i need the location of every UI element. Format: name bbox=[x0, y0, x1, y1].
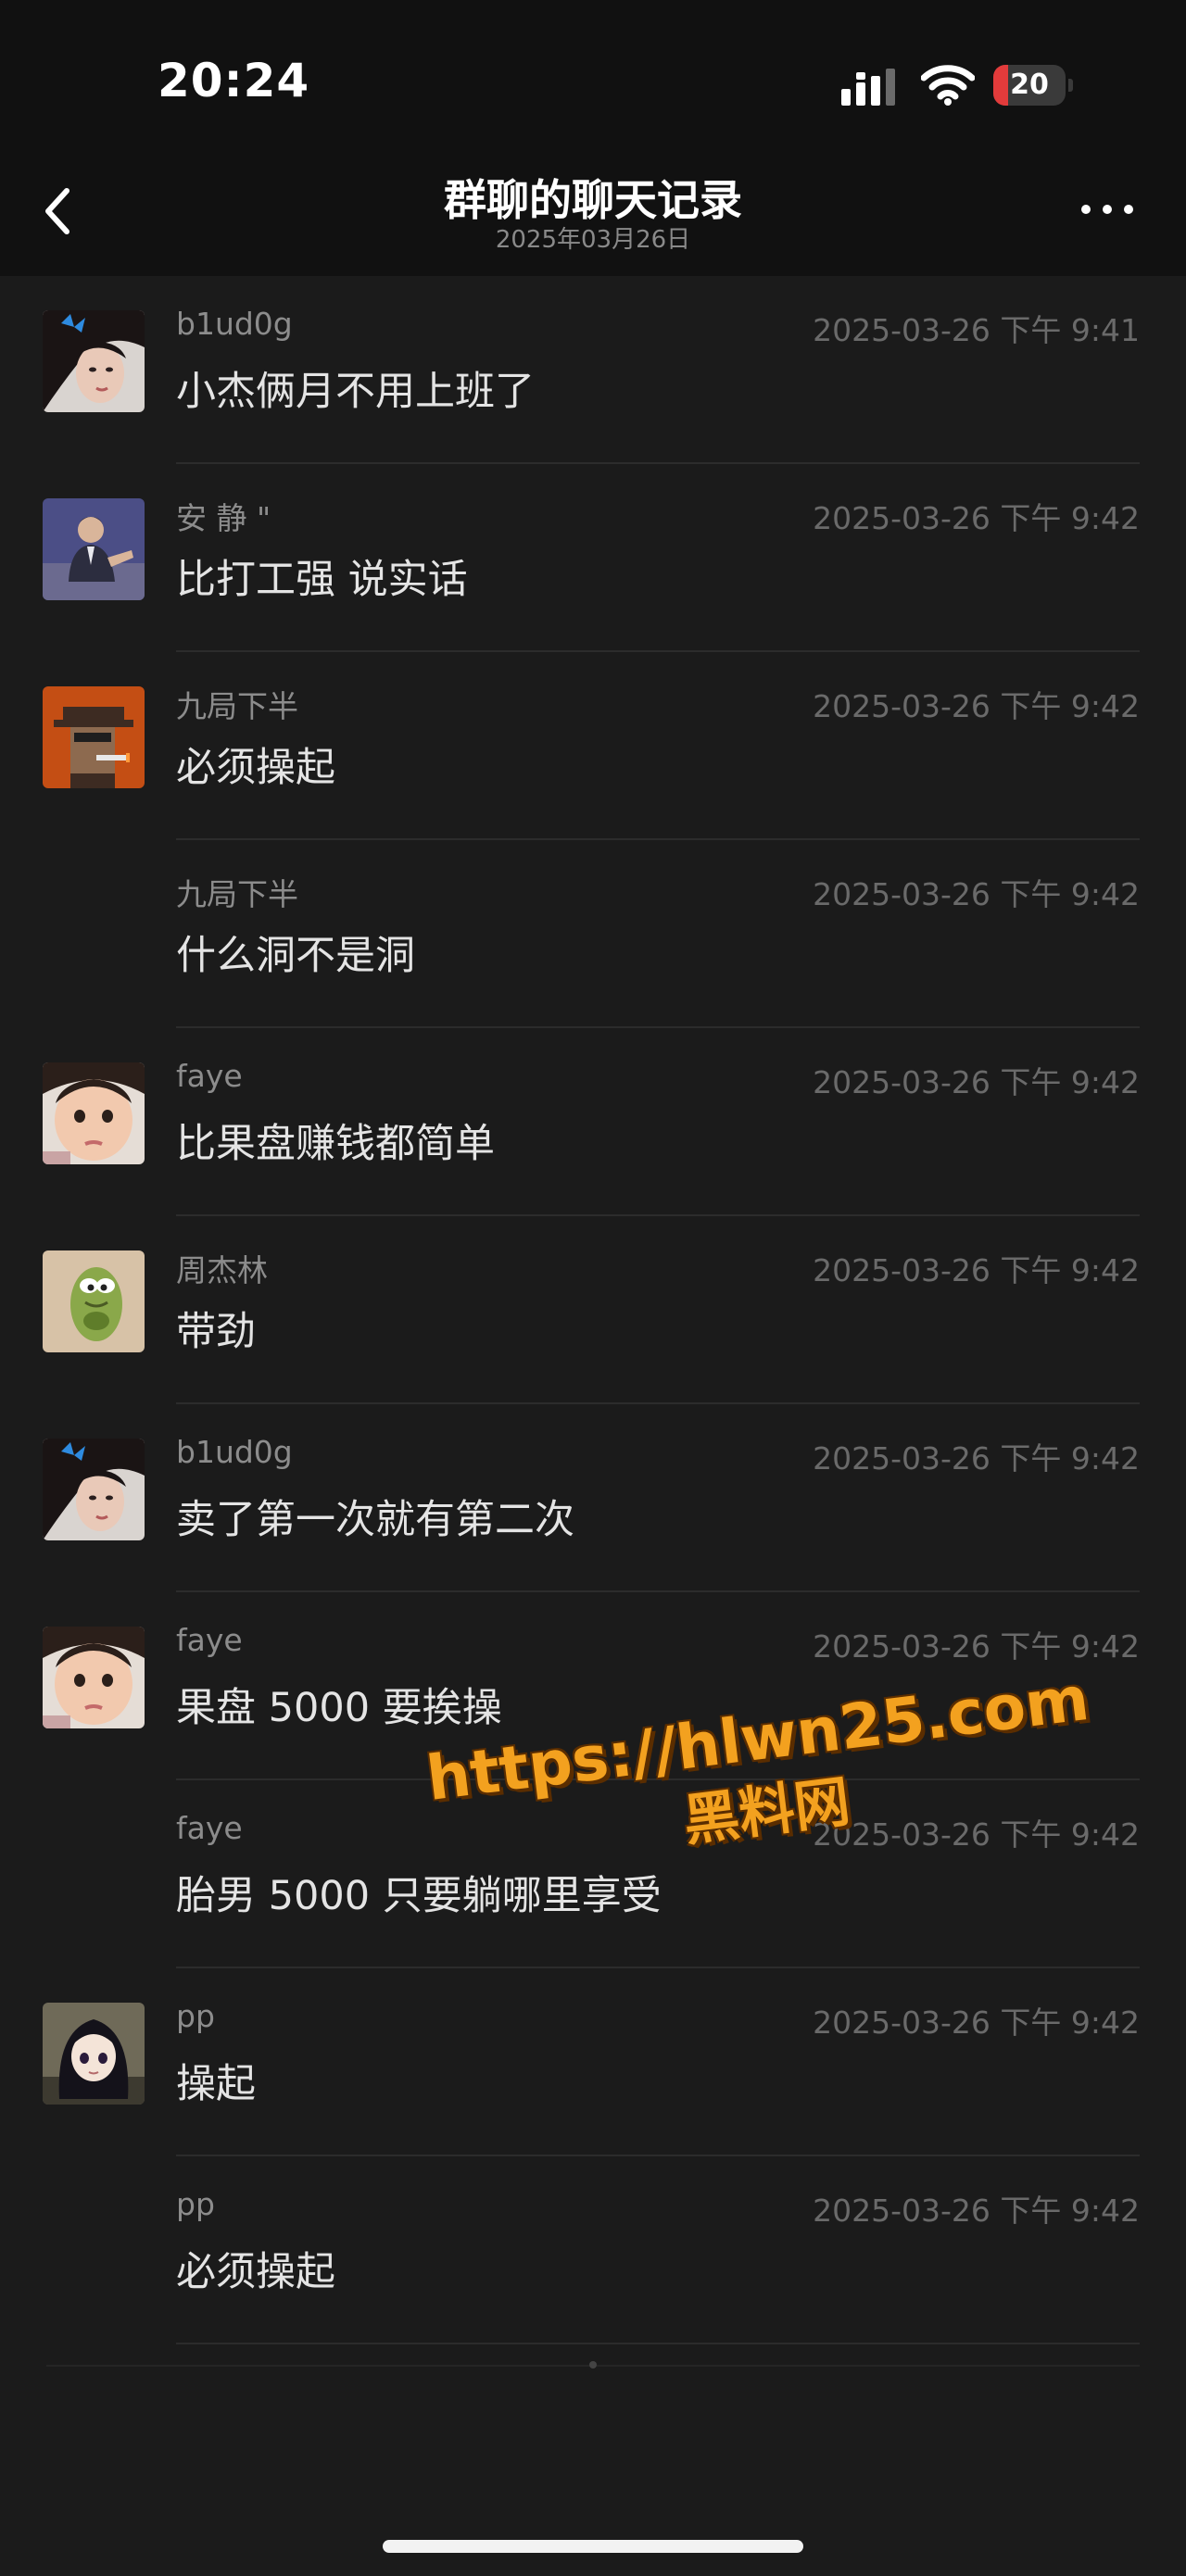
sender-name: 九局下半 bbox=[176, 876, 298, 912]
avatar[interactable] bbox=[43, 686, 145, 788]
sender-name: pp bbox=[176, 1998, 215, 2034]
message-row[interactable]: b1ud0g 2025-03-26 下午 9:41 小杰俩月不用上班了 bbox=[0, 276, 1186, 464]
chevron-left-icon bbox=[45, 188, 69, 234]
page-subtitle: 2025年03月26日 bbox=[495, 226, 691, 254]
avatar[interactable] bbox=[43, 1627, 145, 1728]
more-button[interactable] bbox=[1075, 185, 1140, 232]
list-end-dot bbox=[589, 2361, 597, 2369]
avatar[interactable] bbox=[43, 1439, 145, 1540]
avatar[interactable] bbox=[43, 1062, 145, 1164]
sender-name: 周杰林 bbox=[176, 1252, 268, 1288]
message-row[interactable]: pp 2025-03-26 下午 9:42 操起 bbox=[0, 1968, 1186, 2156]
message-row[interactable]: 九局下半 2025-03-26 下午 9:42 什么洞不是洞 bbox=[0, 840, 1186, 1028]
sender-name: faye bbox=[176, 1810, 243, 1846]
nav-bar: 群聊的聊天记录 2025年03月26日 bbox=[0, 157, 1186, 276]
sender-name: pp bbox=[176, 2186, 215, 2222]
signal-icon bbox=[841, 69, 895, 106]
wifi-icon bbox=[921, 65, 975, 106]
row-divider bbox=[176, 2343, 1140, 2344]
message-timestamp: 2025-03-26 下午 9:41 bbox=[813, 312, 1140, 348]
avatar[interactable] bbox=[43, 310, 145, 412]
message-timestamp: 2025-03-26 下午 9:42 bbox=[813, 500, 1140, 536]
message-row[interactable]: pp 2025-03-26 下午 9:42 必须操起 bbox=[0, 2156, 1186, 2344]
page-title: 群聊的聊天记录 bbox=[444, 175, 742, 225]
message-row[interactable]: b1ud0g 2025-03-26 下午 9:42 卖了第一次就有第二次 bbox=[0, 1404, 1186, 1592]
message-timestamp: 2025-03-26 下午 9:42 bbox=[813, 1816, 1140, 1853]
message-timestamp: 2025-03-26 下午 9:42 bbox=[813, 2193, 1140, 2229]
message-timestamp: 2025-03-26 下午 9:42 bbox=[813, 1628, 1140, 1665]
message-text: 果盘 5000 要挨操 bbox=[176, 1685, 502, 1731]
message-timestamp: 2025-03-26 下午 9:42 bbox=[813, 688, 1140, 724]
avatar[interactable] bbox=[43, 498, 145, 600]
battery-level: 20 bbox=[1010, 69, 1049, 101]
message-timestamp: 2025-03-26 下午 9:42 bbox=[813, 1064, 1140, 1100]
message-text: 什么洞不是洞 bbox=[176, 933, 415, 979]
battery-icon: 20 bbox=[993, 65, 1073, 106]
back-button[interactable] bbox=[26, 178, 91, 243]
message-row[interactable]: faye 2025-03-26 下午 9:42 胎男 5000 只要躺哪里享受 bbox=[0, 1780, 1186, 1968]
message-list: b1ud0g 2025-03-26 下午 9:41 小杰俩月不用上班了安 静 " 20… bbox=[0, 276, 1186, 2344]
message-text: 必须操起 bbox=[176, 745, 335, 791]
avatar[interactable] bbox=[43, 2003, 145, 2105]
home-indicator[interactable] bbox=[383, 2540, 803, 2553]
message-row[interactable]: 安 静 " 2025-03-26 下午 9:42 比打工强 说实话 bbox=[0, 464, 1186, 652]
message-timestamp: 2025-03-26 下午 9:42 bbox=[813, 876, 1140, 912]
sender-name: 九局下半 bbox=[176, 688, 298, 724]
message-text: 胎男 5000 只要躺哪里享受 bbox=[176, 1873, 662, 1919]
message-text: 卖了第一次就有第二次 bbox=[176, 1497, 574, 1543]
sender-name: 安 静 " bbox=[176, 500, 271, 536]
message-row[interactable]: 周杰林 2025-03-26 下午 9:42 带劲 bbox=[0, 1216, 1186, 1404]
sender-name: faye bbox=[176, 1622, 243, 1658]
avatar[interactable] bbox=[43, 1250, 145, 1352]
message-text: 带劲 bbox=[176, 1309, 256, 1355]
status-bar: 20:24 20 bbox=[0, 0, 1186, 157]
more-dots-icon bbox=[1081, 205, 1133, 214]
sender-name: faye bbox=[176, 1058, 243, 1094]
message-text: 操起 bbox=[176, 2061, 256, 2107]
message-text: 比打工强 说实话 bbox=[176, 557, 468, 603]
status-time: 20:24 bbox=[158, 54, 310, 107]
message-row[interactable]: faye 2025-03-26 下午 9:42 比果盘赚钱都简单 bbox=[0, 1028, 1186, 1216]
message-timestamp: 2025-03-26 下午 9:42 bbox=[813, 1440, 1140, 1476]
message-text: 比果盘赚钱都简单 bbox=[176, 1121, 495, 1167]
message-text: 必须操起 bbox=[176, 2249, 335, 2295]
sender-name: b1ud0g bbox=[176, 1434, 293, 1470]
message-row[interactable]: faye 2025-03-26 下午 9:42 果盘 5000 要挨操 bbox=[0, 1592, 1186, 1780]
sender-name: b1ud0g bbox=[176, 306, 293, 342]
message-row[interactable]: 九局下半 2025-03-26 下午 9:42 必须操起 bbox=[0, 652, 1186, 840]
message-timestamp: 2025-03-26 下午 9:42 bbox=[813, 1252, 1140, 1288]
message-text: 小杰俩月不用上班了 bbox=[176, 369, 535, 415]
message-timestamp: 2025-03-26 下午 9:42 bbox=[813, 2004, 1140, 2041]
